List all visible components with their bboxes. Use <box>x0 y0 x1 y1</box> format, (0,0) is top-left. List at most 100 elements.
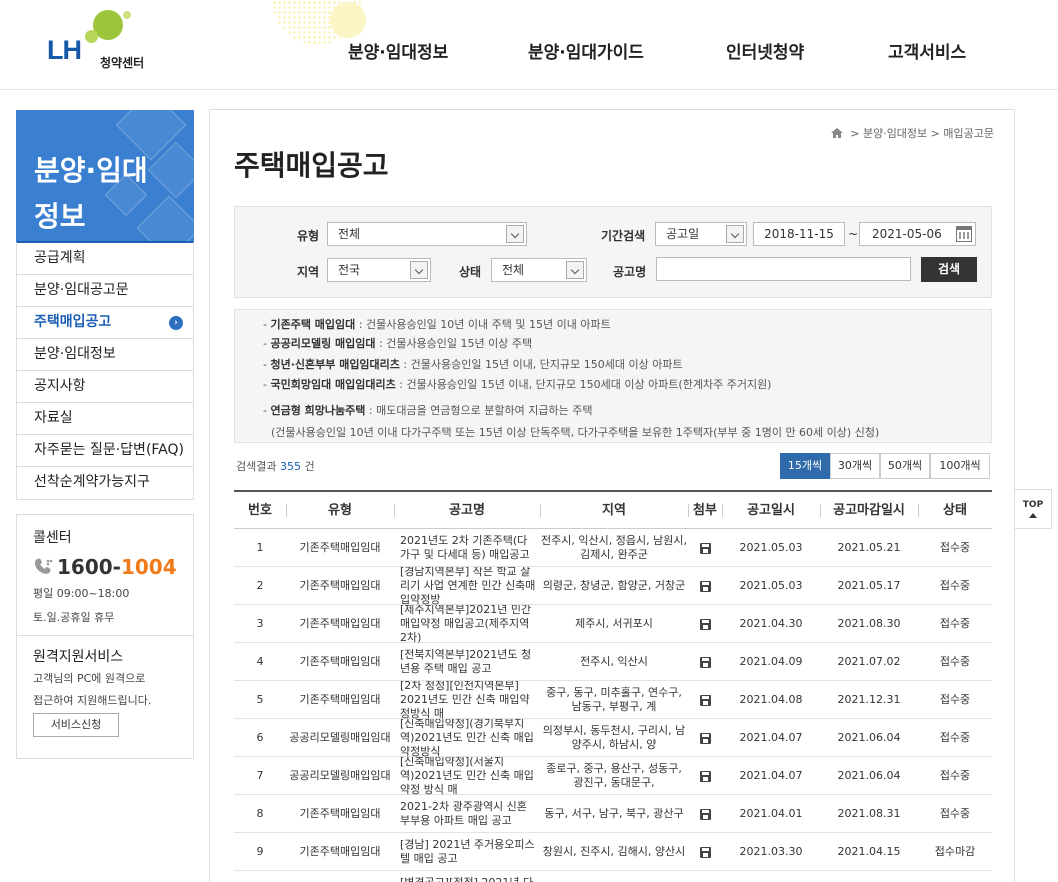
home-icon[interactable] <box>830 128 843 138</box>
cell-number: 6 <box>256 731 264 744</box>
breadcrumb-item[interactable]: 분양·임대정보 <box>863 127 927 140</box>
sidebar-item[interactable]: 공급계획 <box>17 243 193 275</box>
region-select[interactable]: 전국 <box>327 258 431 282</box>
nav-item-internet-subscription[interactable]: 인터넷청약 <box>726 38 804 63</box>
cell-region: 중구, 동구, 미추홀구, 연수구, 남동구, 부평구, 계 <box>546 686 682 713</box>
table-row: 3 기존주택매입임대 [제주지역본부]2021년 민간매입약정 매입공고(제주지역 … <box>234 605 992 643</box>
file-download-icon[interactable] <box>699 694 711 706</box>
date-to-input[interactable]: 2021-05-06 <box>859 222 976 246</box>
table-header: 번호 유형 공고명 지역 첨부 공고일시 공고마감일시 상태 <box>234 492 992 529</box>
type-select[interactable]: 전체 <box>327 222 527 246</box>
cell-number: 1 <box>256 541 264 554</box>
notice-line: - 청년·신혼부부 매입임대리츠 : 건물사용승인일 15년 이내, 단지규모 … <box>263 356 683 372</box>
cell-title[interactable]: 2021년도 2차 기존주택(다가구 및 다세대 등) 매입공고 <box>394 529 540 567</box>
cell-attachment <box>688 567 722 605</box>
phone-prefix: 1600- <box>57 555 121 579</box>
remote-support-button[interactable]: 서비스신청 <box>33 713 119 737</box>
cell-title[interactable]: [신축매입약정](경기북부지역)2021년도 민간 신축 매입약정방식 <box>394 719 540 757</box>
cell-type: 기존주택매입임대 <box>299 655 381 668</box>
cell-attachment <box>688 681 722 719</box>
sidebar-item[interactable]: 분양·임대공고문 <box>17 275 193 307</box>
cell-title[interactable]: [변경공고][정정] 2021년 다가구 매입 공고 <box>394 871 540 882</box>
top-label: TOP <box>1022 500 1044 510</box>
cell-date: 2021.03.29 <box>722 871 820 882</box>
chevron-right-icon: › <box>169 316 183 330</box>
remote-support-desc: 고객님의 PC에 원격으로 <box>33 672 146 685</box>
cell-type: 기존주택매입임대 <box>299 807 381 820</box>
column-header[interactable]: 번호 <box>234 492 286 529</box>
notice-desc: : 매도대금을 연금형으로 분할하여 지급하는 주택 <box>365 404 593 417</box>
file-download-icon[interactable] <box>699 656 711 668</box>
name-input[interactable] <box>656 257 911 281</box>
page-size-button[interactable]: 30개씩 <box>830 453 880 479</box>
cell-region: 천안시, 공주시, 보령시 <box>540 871 688 882</box>
phone-icon <box>34 558 53 574</box>
cell-title[interactable]: [경남지역본부] 작은 학교 살리기 사업 연계한 민간 신축매입약정방 <box>394 567 540 605</box>
sidebar-item[interactable]: 분양·임대정보 <box>17 339 193 371</box>
logo[interactable]: LH 청약센터 <box>45 10 165 70</box>
column-header[interactable]: 지역 <box>540 492 688 529</box>
cell-region: 제주시, 서귀포시 <box>575 617 653 630</box>
column-header[interactable]: 유형 <box>286 492 394 529</box>
cell-date: 2021.05.03 <box>739 579 803 592</box>
sidebar-item[interactable]: 자료실 <box>17 403 193 435</box>
cell-title[interactable]: 2021-2차 광주광역시 신혼부부용 아파트 매입 공고 <box>394 795 540 833</box>
cell-region: 의정부시, 동두천시, 구리시, 남양주시, 하남시, 양 <box>542 724 686 751</box>
result-prefix: 검색결과 <box>236 460 280 473</box>
nav-item-customer-service[interactable]: 고객서비스 <box>888 38 966 63</box>
page-size-button[interactable]: 100개씩 <box>930 453 990 479</box>
cell-title[interactable]: [전북지역본부]2021년도 청년용 주택 매입 공고 <box>394 643 540 681</box>
scroll-top-button[interactable]: TOP <box>1014 489 1052 529</box>
sidebar-item[interactable]: 주택매입공고 › <box>17 307 193 339</box>
column-header[interactable]: 상태 <box>918 492 992 529</box>
file-download-icon[interactable] <box>699 618 711 630</box>
file-download-icon[interactable] <box>699 580 711 592</box>
cell-status: 접수중 <box>939 541 971 554</box>
search-button[interactable]: 검색 <box>921 257 977 282</box>
header-decoration <box>330 2 366 38</box>
cell-number: 3 <box>256 617 264 630</box>
period-select[interactable]: 공고일 <box>655 222 747 246</box>
file-download-icon[interactable] <box>699 542 711 554</box>
file-download-icon[interactable] <box>699 732 711 744</box>
sidebar-menu: 공급계획 분양·임대공고문 주택매입공고 › 분양·임대정보 공지사항 자료실 자주묻는 질문… <box>16 241 194 500</box>
file-download-icon[interactable] <box>699 770 711 782</box>
cell-title[interactable]: [2차 정정][인천지역본부] 2021년도 민간 신축 매입약정방식 매 <box>394 681 540 719</box>
calendar-icon[interactable] <box>956 226 972 242</box>
sidebar-item[interactable]: 선착순계약가능지구 <box>17 467 193 499</box>
breadcrumb: > 분양·임대정보 > 매입공고문 <box>830 125 994 141</box>
nav-item-sale-rental-guide[interactable]: 분양·임대가이드 <box>528 38 644 63</box>
notice-extra: (건물사용승인일 10년 이내 다가구주택 또는 15년 이상 단독주택, 다가… <box>271 426 880 439</box>
cell-date: 2021.05.03 <box>739 541 803 554</box>
cell-status: 접수중 <box>918 871 992 882</box>
nav-item-sale-rental-info[interactable]: 분양·임대정보 <box>348 38 448 63</box>
cell-type: 기존주택매입임대 <box>299 617 381 630</box>
column-header[interactable]: 첨부 <box>688 492 722 529</box>
sidebar-item[interactable]: 자주묻는 질문·답변(FAQ) <box>17 435 193 467</box>
cell-number: 7 <box>256 769 264 782</box>
date-from-input[interactable]: 2018-11-15 <box>753 222 845 246</box>
page-size-button[interactable]: 50개씩 <box>880 453 930 479</box>
search-form: 유형 전체 기간검색 공고일 2018-11-15 ~ 2021-05-06 지… <box>234 206 992 298</box>
cell-status: 접수중 <box>939 807 971 820</box>
page-size-button[interactable]: 15개씩 <box>780 453 830 479</box>
sidebar-item[interactable]: 공지사항 <box>17 371 193 403</box>
file-download-icon[interactable] <box>699 808 711 820</box>
divider <box>17 635 193 636</box>
column-header[interactable]: 공고마감일시 <box>820 492 918 529</box>
notice-line: - 연금형 희망나눔주택 : 매도대금을 연금형으로 분할하여 지급하는 주택 <box>263 402 592 418</box>
chevron-down-icon <box>506 225 524 243</box>
notice-line: - 국민희망임대 매입임대리츠 : 건물사용승인일 15년 이내, 단지규모 1… <box>263 376 771 392</box>
file-download-icon[interactable] <box>699 846 711 858</box>
column-header[interactable]: 공고명 <box>394 492 540 529</box>
breadcrumb-item[interactable]: 매입공고문 <box>943 127 994 140</box>
sidebar-title-line: 정보 <box>34 200 86 233</box>
cell-region: 의령군, 창녕군, 함양군, 거창군 <box>542 579 686 592</box>
cell-title[interactable]: [경남] 2021년 주거용오피스텔 매입 공고 <box>394 833 540 871</box>
column-header[interactable]: 공고일시 <box>722 492 820 529</box>
period-label: 기간검색 <box>601 229 646 243</box>
date-to-value: 2021-05-06 <box>872 227 942 241</box>
cell-title[interactable]: [신축매입약정](서울지역)2021년도 민간 신축 매입약정 방식 매 <box>394 757 540 795</box>
cell-title[interactable]: [제주지역본부]2021년 민간매입약정 매입공고(제주지역 2차) <box>394 605 540 643</box>
status-select[interactable]: 전체 <box>491 258 587 282</box>
